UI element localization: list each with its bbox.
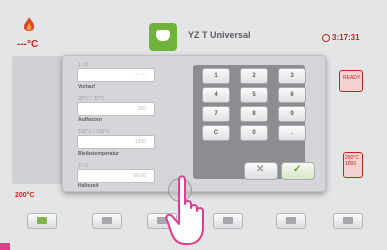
clock-time: 3:17:31 xyxy=(332,33,360,42)
field-caption-1: Vorlauf xyxy=(78,84,95,90)
close-icon: ✕ xyxy=(256,164,265,175)
key-clear[interactable]: C xyxy=(202,125,230,141)
key-9[interactable]: 9 xyxy=(278,106,306,122)
key-6[interactable]: 6 xyxy=(278,87,306,103)
key-1[interactable]: 1 xyxy=(202,68,230,84)
key-7[interactable]: 7 xyxy=(202,106,230,122)
arrow-back-icon xyxy=(343,217,353,224)
field-input-4[interactable]: 00:00 xyxy=(77,169,155,183)
cancel-button[interactable]: ✕ xyxy=(244,162,278,180)
field-caption-2: Aufheizen xyxy=(78,117,102,123)
temperature-tile-label: 200°C 1000 xyxy=(345,155,359,167)
field-input-2[interactable]: 100 xyxy=(77,102,155,116)
check-icon: ✓ xyxy=(293,164,302,175)
key-5[interactable]: 5 xyxy=(240,87,268,103)
status-tile[interactable]: READY xyxy=(339,70,363,92)
corner-marker xyxy=(0,243,10,250)
page-title: YZ T Universal xyxy=(188,30,251,40)
screen-frame: ---°C YZ T Universal 3:17:31 200°C READY… xyxy=(0,0,387,250)
left-panel xyxy=(12,56,67,184)
field-caption-4: Haltezeit xyxy=(78,183,99,189)
field-input-1[interactable]: -- : -- xyxy=(77,68,155,82)
edit-button[interactable] xyxy=(92,213,122,229)
play-icon xyxy=(37,217,47,224)
chat-bubble-icon xyxy=(149,23,177,51)
field-caption-3: Bleibetemperatur xyxy=(78,151,120,157)
key-4[interactable]: 4 xyxy=(202,87,230,103)
key-2[interactable]: 2 xyxy=(240,68,268,84)
back-button[interactable] xyxy=(333,213,363,229)
program-temperature: 200°C xyxy=(15,192,35,199)
temperature-tile[interactable]: 200°C 1000 xyxy=(343,152,363,178)
start-button[interactable] xyxy=(27,213,57,229)
field-input-3[interactable]: 1200 xyxy=(77,135,155,149)
clock-icon xyxy=(322,33,330,42)
pencil-icon xyxy=(102,217,112,224)
settings-button[interactable] xyxy=(276,213,306,229)
key-8[interactable]: 8 xyxy=(240,106,268,122)
hand-pointer-icon xyxy=(165,175,204,245)
key-3[interactable]: 3 xyxy=(278,68,306,84)
key-decimal[interactable]: . xyxy=(278,125,306,141)
confirm-button[interactable]: ✓ xyxy=(281,162,315,180)
key-0[interactable]: 0 xyxy=(240,125,268,141)
chamber-temperature: ---°C xyxy=(17,39,39,50)
gear-icon xyxy=(286,217,296,224)
flame-icon xyxy=(23,17,35,31)
status-tile-label: READY xyxy=(343,75,361,81)
clock-display: 3:17:31 xyxy=(322,33,360,42)
